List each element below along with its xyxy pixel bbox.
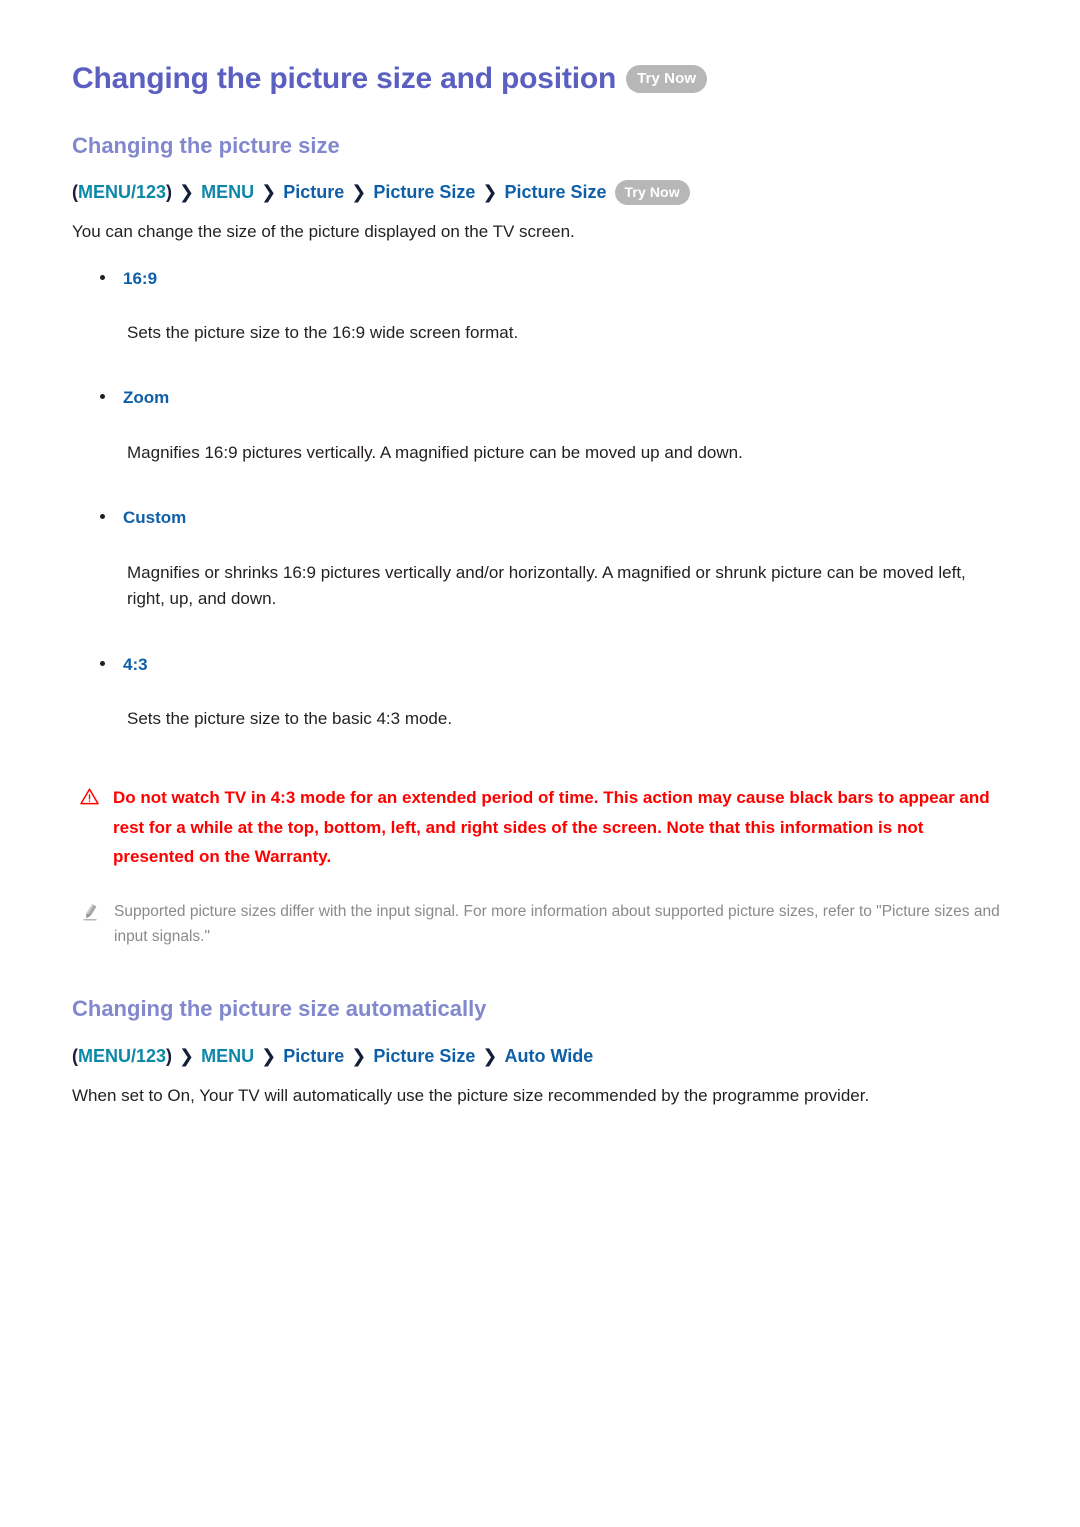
option-label-row: 16:9 (72, 266, 1008, 292)
intro-paragraph: You can change the size of the picture d… (72, 222, 575, 242)
breadcrumb-item-picture[interactable]: Picture (283, 180, 344, 205)
option-label-4-3[interactable]: 4:3 (123, 652, 148, 678)
breadcrumb-item-menu123[interactable]: MENU/123 (78, 1044, 166, 1069)
breadcrumb-picture-size: (MENU/123) ❯ MENU ❯ Picture ❯ Picture Si… (72, 180, 1008, 206)
option-label-custom[interactable]: Custom (123, 505, 186, 531)
breadcrumb-item-picture[interactable]: Picture (283, 1044, 344, 1069)
bullet-dot-icon (100, 514, 105, 520)
option-label-row: 4:3 (72, 652, 1008, 678)
list-item: Custom Magnifies or shrinks 16:9 picture… (72, 505, 1008, 612)
warning-block: Do not watch TV in 4:3 mode for an exten… (72, 783, 1008, 871)
option-description-custom: Magnifies or shrinks 16:9 pictures verti… (127, 562, 966, 609)
breadcrumb-auto-wide: (MENU/123) ❯ MENU ❯ Picture ❯ Picture Si… (72, 1044, 1008, 1069)
option-label-row: Zoom (72, 385, 1008, 411)
page-title: Changing the picture size and position T… (72, 60, 1008, 98)
option-label-16-9[interactable]: 16:9 (123, 266, 157, 292)
option-description-zoom: Magnifies 16:9 pictures vertically. A ma… (127, 442, 743, 462)
chevron-right-icon: ❯ (179, 1045, 195, 1066)
breadcrumb-item-menu123[interactable]: MENU/123 (78, 180, 166, 205)
section-heading-picture-size: Changing the picture size (72, 132, 340, 158)
list-item: Zoom Magnifies 16:9 pictures vertically.… (72, 385, 1008, 466)
note-block: Supported picture sizes differ with the … (72, 899, 1008, 949)
chevron-right-icon: ❯ (351, 182, 367, 203)
breadcrumb-item-picture-size[interactable]: Picture Size (373, 1044, 475, 1069)
chevron-right-icon: ❯ (179, 182, 195, 203)
breadcrumb-item-menu[interactable]: MENU (201, 1044, 254, 1069)
chevron-right-icon: ❯ (482, 1045, 498, 1066)
chevron-right-icon: ❯ (482, 182, 498, 203)
section-heading-auto-wide: Changing the picture size automatically (72, 996, 487, 1022)
bullet-dot-icon (100, 274, 105, 280)
breadcrumb-item-picture-size[interactable]: Picture Size (373, 180, 475, 205)
bullet-dot-icon (100, 660, 105, 666)
breadcrumb-item-auto-wide[interactable]: Auto Wide (504, 1044, 593, 1069)
chevron-right-icon: ❯ (261, 1045, 277, 1066)
warning-triangle-icon (80, 788, 99, 810)
auto-wide-paragraph: When set to On, Your TV will automatical… (72, 1086, 870, 1106)
try-now-badge[interactable]: Try Now (626, 64, 708, 93)
list-item: 16:9 Sets the picture size to the 16:9 w… (72, 266, 1008, 347)
option-description-4-3: Sets the picture size to the basic 4:3 m… (127, 709, 453, 728)
document-page: Changing the picture size and position T… (0, 0, 1080, 1527)
option-description-16-9: Sets the picture size to the 16:9 wide s… (127, 323, 519, 343)
breadcrumb-item-menu[interactable]: MENU (201, 180, 254, 205)
option-label-zoom[interactable]: Zoom (123, 385, 169, 411)
breadcrumb-item-picture-size-2[interactable]: Picture Size (504, 180, 606, 205)
page-title-text: Changing the picture size and position (72, 62, 617, 95)
chevron-right-icon: ❯ (351, 1045, 367, 1066)
chevron-right-icon: ❯ (261, 182, 277, 203)
list-item: 4:3 Sets the picture size to the basic 4… (72, 652, 1008, 733)
note-text: Supported picture sizes differ with the … (114, 903, 1000, 946)
option-label-row: Custom (72, 505, 1008, 531)
pencil-icon (82, 903, 98, 926)
bullet-dot-icon (100, 394, 105, 400)
warning-text: Do not watch TV in 4:3 mode for an exten… (113, 788, 990, 866)
try-now-badge[interactable]: Try Now (614, 180, 690, 206)
